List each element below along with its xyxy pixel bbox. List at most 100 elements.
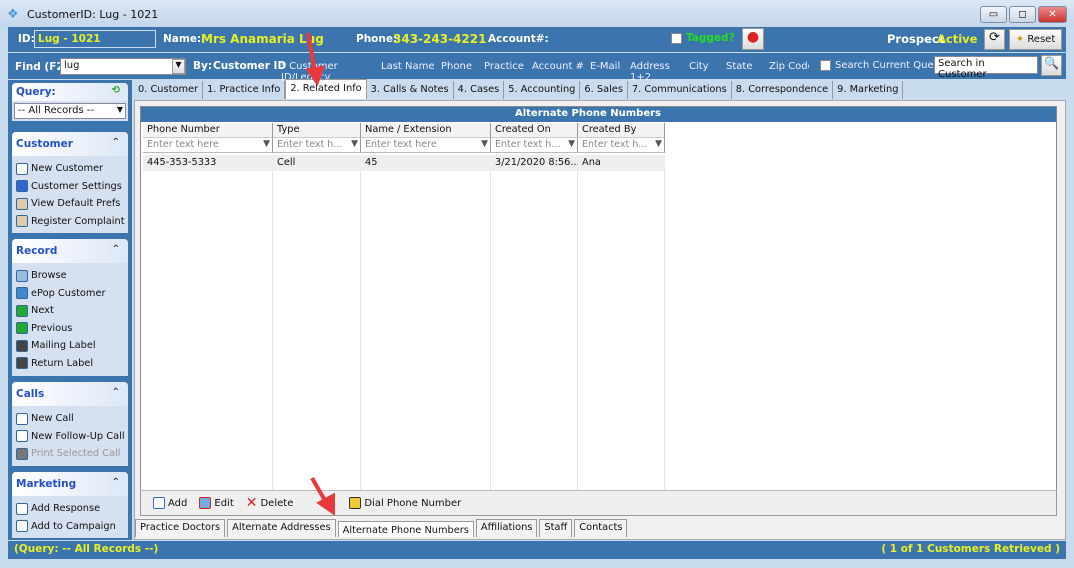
refresh-query-icon[interactable]: ⟲ — [112, 85, 120, 96]
reset-button[interactable]: ✦ Reset — [1009, 29, 1062, 50]
sidebar-item-return-label[interactable]: Return Label — [12, 355, 128, 373]
delete-button[interactable]: ✕ Delete — [246, 495, 294, 511]
bottom-tabs: Practice Doctors Alternate Addresses Alter… — [135, 519, 629, 537]
group-header[interactable]: Calls ⌃ — [12, 382, 128, 406]
table-cell-created-on[interactable]: 3/21/2020 8:56... — [491, 155, 580, 171]
filter-icon[interactable]: ▼ — [568, 139, 575, 149]
bottom-tab-affiliations[interactable]: Affiliations — [475, 519, 538, 537]
tab-5-accounting[interactable]: 5. Accounting — [504, 81, 581, 99]
by-option-zip[interactable]: Zip Code — [769, 61, 809, 83]
search-customer-input[interactable]: Search in Customer — [934, 56, 1038, 80]
sidebar-item-new-follow-up-call[interactable]: New Follow-Up Call — [12, 428, 128, 446]
by-option-account[interactable]: Account # — [532, 61, 590, 83]
search-current-query-checkbox[interactable] — [820, 60, 831, 71]
tab-2-related-info[interactable]: 2. Related Info — [285, 79, 367, 99]
tab-3-calls-notes[interactable]: 3. Calls & Notes — [367, 81, 454, 99]
filter-icon[interactable]: ▼ — [351, 139, 358, 149]
tab-7-communications[interactable]: 7. Communications — [628, 81, 732, 99]
alternate-phone-grid: Alternate Phone Numbers Phone Number Ente… — [140, 106, 1057, 516]
tab-4-cases[interactable]: 4. Cases — [454, 81, 505, 99]
view-default-prefs-icon — [16, 197, 28, 210]
sidebar-item-new-call[interactable]: New Call — [12, 410, 128, 428]
status-count: ( 1 of 1 Customers Retrieved ) — [881, 543, 1060, 555]
tab-0-customer[interactable]: 0. Customer — [134, 81, 204, 99]
filter-name-extension[interactable]: Enter text here ▼ — [361, 138, 491, 153]
status-query: (Query: -- All Records --) — [14, 543, 159, 555]
collapse-chevron-icon[interactable]: ⌃ — [112, 387, 120, 398]
refresh-button[interactable]: ⟳ — [984, 29, 1005, 50]
filter-type[interactable]: Enter text h... ▼ — [273, 138, 361, 153]
query-select[interactable]: -- All Records -- ▼ — [14, 103, 126, 119]
table-cell-name-extension[interactable]: 45 — [361, 155, 491, 171]
map-pin-icon[interactable]: ● — [742, 28, 764, 50]
group-header[interactable]: Record ⌃ — [12, 239, 128, 263]
by-option-phone[interactable]: Phone — [441, 61, 484, 83]
sidebar-item-print-selected-call[interactable]: Print Selected Call — [12, 445, 128, 463]
tagged-checkbox[interactable] — [671, 33, 682, 44]
by-option-city[interactable]: City — [689, 61, 726, 83]
sidebar-item-next[interactable]: Next — [12, 302, 128, 320]
id-label: ID: — [18, 33, 35, 45]
phone-label: Phone: — [356, 33, 398, 45]
by-option-state[interactable]: State — [726, 61, 769, 83]
by-option-practice[interactable]: Practice — [484, 61, 532, 83]
bottom-tab-alternate-phone-numbers[interactable]: Alternate Phone Numbers — [337, 521, 474, 537]
find-dropdown-chevron-icon[interactable]: ▼ — [172, 59, 185, 74]
sidebar-item-add-response[interactable]: Add Response — [12, 500, 128, 518]
tab-8-correspondence[interactable]: 8. Correspondence — [732, 81, 834, 99]
collapse-chevron-icon[interactable]: ⌃ — [112, 137, 120, 148]
sidebar-item-epop-customer[interactable]: ePop Customer — [12, 285, 128, 303]
column-header-phone-number[interactable]: Phone Number — [143, 123, 273, 138]
id-field[interactable]: Lug - 1021 — [34, 30, 156, 48]
find-input[interactable]: lug — [60, 58, 186, 75]
sidebar-item-customer-settings[interactable]: Customer Settings — [12, 178, 128, 196]
filter-created-on[interactable]: Enter text h... ▼ — [491, 138, 578, 153]
table-cell-created-by[interactable]: Ana — [578, 155, 665, 171]
filter-phone-number[interactable]: Enter text here ▼ — [143, 138, 273, 153]
tab-1-practice-info[interactable]: 1. Practice Info — [203, 81, 286, 99]
collapse-chevron-icon[interactable]: ⌃ — [112, 244, 120, 255]
bottom-tab-contacts[interactable]: Contacts — [574, 519, 628, 537]
tab-6-sales[interactable]: 6. Sales — [580, 81, 628, 99]
group-header[interactable]: Marketing ⌃ — [12, 472, 128, 496]
table-cell-phone-number[interactable]: 445-353-5333 — [143, 155, 273, 171]
sidebar-item-new-customer[interactable]: New Customer — [12, 160, 128, 178]
column-header-type[interactable]: Type — [273, 123, 361, 138]
sidebar-group-marketing: Marketing ⌃ Add Response Add to Campaign — [12, 472, 128, 538]
edit-button[interactable]: Edit — [199, 497, 234, 509]
filter-created-by[interactable]: Enter text h... ▼ — [578, 138, 665, 153]
by-option-email[interactable]: E-Mail — [590, 61, 630, 83]
close-button[interactable]: ✕ — [1038, 6, 1067, 23]
sidebar-item-browse[interactable]: Browse — [12, 267, 128, 285]
sidebar-item-mailing-label[interactable]: Mailing Label — [12, 337, 128, 355]
column-header-name-extension[interactable]: Name / Extension — [361, 123, 491, 138]
collapse-chevron-icon[interactable]: ⌃ — [112, 477, 120, 488]
bottom-tab-practice-doctors[interactable]: Practice Doctors — [135, 519, 226, 537]
tab-9-marketing[interactable]: 9. Marketing — [833, 81, 904, 99]
column-divider — [664, 155, 665, 490]
by-option-last-name[interactable]: Last Name — [381, 61, 441, 83]
filter-icon[interactable]: ▼ — [481, 139, 488, 149]
filter-icon[interactable]: ▼ — [263, 139, 270, 149]
column-divider — [577, 155, 578, 490]
filter-icon[interactable]: ▼ — [655, 139, 662, 149]
bottom-tab-alternate-addresses[interactable]: Alternate Addresses — [227, 519, 336, 537]
sidebar-item-add-to-campaign[interactable]: Add to Campaign — [12, 518, 128, 536]
epop-customer-icon — [16, 287, 28, 300]
find-bar: Find (F2) lug ▼ By: Customer ID * Custom… — [8, 53, 1066, 83]
bottom-tab-staff[interactable]: Staff — [539, 519, 573, 537]
search-icon[interactable]: 🔍 — [1041, 55, 1062, 76]
account-label: Account#: — [488, 33, 549, 45]
sidebar-item-view-default-prefs[interactable]: View Default Prefs — [12, 195, 128, 213]
dial-phone-button[interactable]: Dial Phone Number — [349, 497, 461, 509]
table-cell-type[interactable]: Cell — [273, 155, 361, 171]
by-option-address[interactable]: Address 1+2 — [630, 61, 689, 83]
group-header[interactable]: Customer ⌃ — [12, 132, 128, 156]
minimize-button[interactable]: ▭ — [980, 6, 1007, 23]
add-button[interactable]: Add — [153, 497, 187, 509]
sidebar-item-register-complaint[interactable]: Register Complaint — [12, 213, 128, 231]
column-header-created-on[interactable]: Created On — [491, 123, 578, 138]
maximize-button[interactable]: ◻ — [1009, 6, 1036, 23]
sidebar-item-previous[interactable]: Previous — [12, 320, 128, 338]
column-header-created-by[interactable]: Created By — [578, 123, 665, 138]
